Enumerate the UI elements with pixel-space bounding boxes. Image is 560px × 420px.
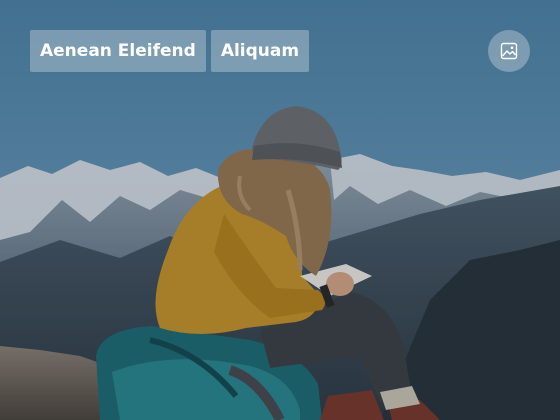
tag-chip[interactable]: Aenean Eleifend xyxy=(30,30,206,72)
tag-list: Aenean Eleifend Aliquam xyxy=(30,30,310,72)
image-button[interactable] xyxy=(488,30,530,72)
hero-card: Aenean Eleifend Aliquam xyxy=(0,0,560,420)
tag-chip[interactable]: Aliquam xyxy=(210,30,310,72)
image-icon xyxy=(500,42,518,60)
